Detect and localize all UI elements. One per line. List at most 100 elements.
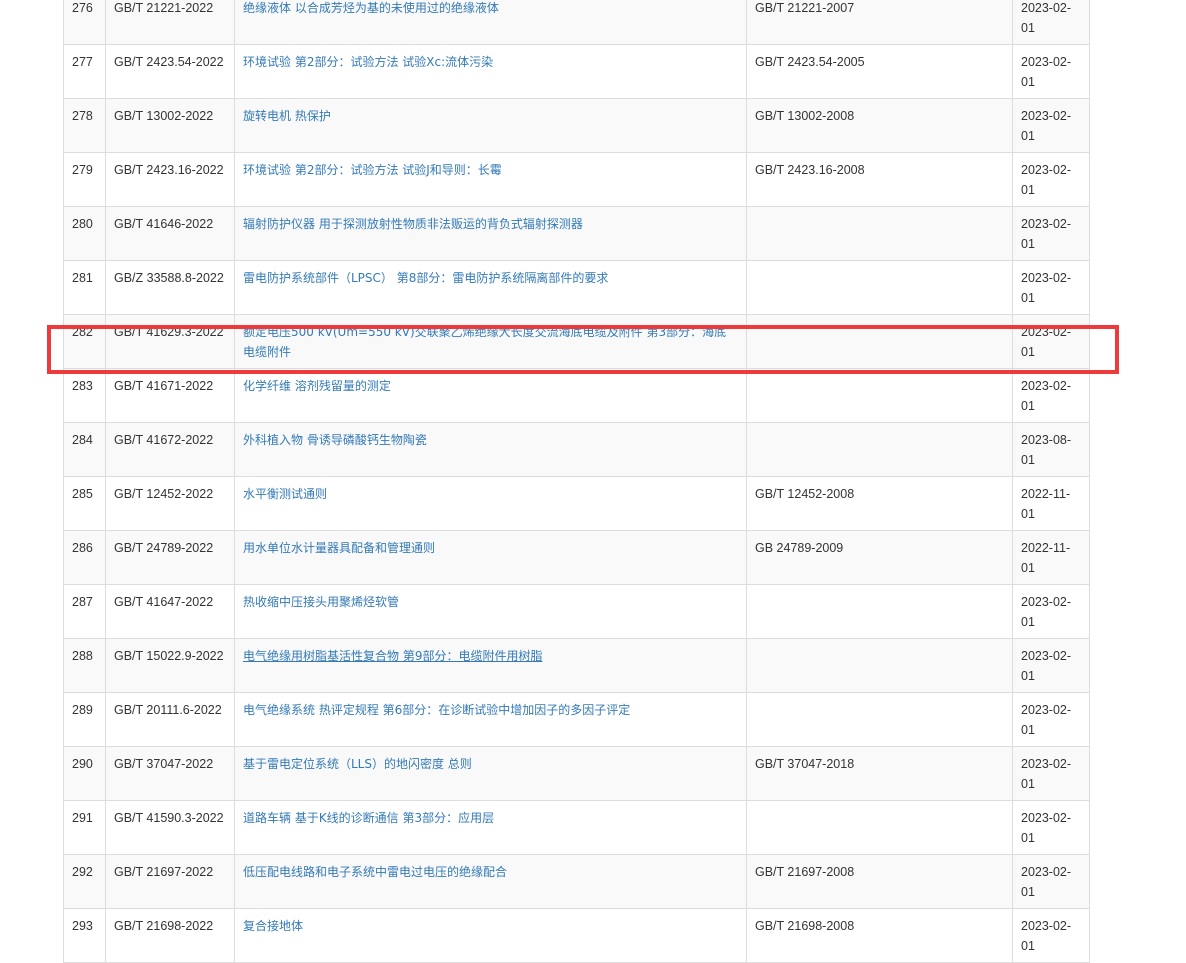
standard-code: GB/T 21221-2022 <box>105 0 235 45</box>
row-number: 280 <box>63 206 106 261</box>
effective-date: 2023-02-01 <box>1012 692 1090 747</box>
standard-name[interactable]: 电气绝缘用树脂基活性复合物 第9部分：电缆附件用树脂 <box>234 638 747 693</box>
effective-date: 2023-02-01 <box>1012 98 1090 153</box>
standard-name[interactable]: 水平衡测试通则 <box>234 476 747 531</box>
replaced-standard <box>746 260 1013 315</box>
replaced-standard <box>746 638 1013 693</box>
replaced-standard: GB/T 37047-2018 <box>746 746 1013 801</box>
table-row: 276 GB/T 21221-2022 绝缘液体 以合成芳烃为基的未使用过的绝缘… <box>63 0 1090 45</box>
row-number: 286 <box>63 530 106 585</box>
effective-date: 2023-02-01 <box>1012 314 1090 369</box>
standard-code: GB/T 13002-2022 <box>105 98 235 153</box>
standard-name-link[interactable]: 基于雷电定位系统（LLS）的地闪密度 总则 <box>243 757 472 771</box>
standard-code: GB/Z 33588.8-2022 <box>105 260 235 315</box>
standard-name[interactable]: 外科植入物 骨诱导磷酸钙生物陶瓷 <box>234 422 747 477</box>
table-row: 282 GB/T 41629.3-2022 额定电压500 kV(Um=550 … <box>63 314 1090 369</box>
replaced-standard: GB/T 13002-2008 <box>746 98 1013 153</box>
standard-name[interactable]: 绝缘液体 以合成芳烃为基的未使用过的绝缘液体 <box>234 0 747 45</box>
standard-code: GB/T 12452-2022 <box>105 476 235 531</box>
standard-name[interactable]: 电气绝缘系统 热评定规程 第6部分：在诊断试验中增加因子的多因子评定 <box>234 692 747 747</box>
row-number: 291 <box>63 800 106 855</box>
standard-name-link[interactable]: 额定电压500 kV(Um=550 kV)交联聚乙烯绝缘大长度交流海底电缆及附件… <box>243 325 726 359</box>
table-row: 288 GB/T 15022.9-2022 电气绝缘用树脂基活性复合物 第9部分… <box>63 638 1090 693</box>
effective-date: 2023-02-01 <box>1012 44 1090 99</box>
table-row: 281 GB/Z 33588.8-2022 雷电防护系统部件（LPSC） 第8部… <box>63 260 1090 315</box>
standard-name-link[interactable]: 雷电防护系统部件（LPSC） 第8部分：雷电防护系统隔离部件的要求 <box>243 271 608 285</box>
table-row: 286 GB/T 24789-2022 用水单位水计量器具配备和管理通则 GB … <box>63 530 1090 585</box>
standard-name[interactable]: 基于雷电定位系统（LLS）的地闪密度 总则 <box>234 746 747 801</box>
table-row: 293 GB/T 21698-2022 复合接地体 GB/T 21698-200… <box>63 908 1090 963</box>
standard-name-link[interactable]: 外科植入物 骨诱导磷酸钙生物陶瓷 <box>243 433 427 447</box>
table-row: 278 GB/T 13002-2022 旋转电机 热保护 GB/T 13002-… <box>63 98 1090 153</box>
standard-name[interactable]: 用水单位水计量器具配备和管理通则 <box>234 530 747 585</box>
standard-name-link[interactable]: 水平衡测试通则 <box>243 487 327 501</box>
replaced-standard: GB/T 21697-2008 <box>746 854 1013 909</box>
replaced-standard <box>746 584 1013 639</box>
row-number: 287 <box>63 584 106 639</box>
effective-date: 2023-02-01 <box>1012 638 1090 693</box>
effective-date: 2023-02-01 <box>1012 206 1090 261</box>
standard-name-link[interactable]: 绝缘液体 以合成芳烃为基的未使用过的绝缘液体 <box>243 1 499 15</box>
standard-name-link[interactable]: 低压配电线路和电子系统中雷电过电压的绝缘配合 <box>243 865 507 879</box>
standard-name-link[interactable]: 用水单位水计量器具配备和管理通则 <box>243 541 435 555</box>
standard-name-link[interactable]: 电气绝缘用树脂基活性复合物 第9部分：电缆附件用树脂 <box>243 649 542 663</box>
effective-date: 2023-02-01 <box>1012 800 1090 855</box>
standard-code: GB/T 21698-2022 <box>105 908 235 963</box>
row-number: 293 <box>63 908 106 963</box>
row-number: 278 <box>63 98 106 153</box>
standard-name[interactable]: 复合接地体 <box>234 908 747 963</box>
table-row: 283 GB/T 41671-2022 化学纤维 溶剂残留量的测定 2023-0… <box>63 368 1090 423</box>
standard-code: GB/T 2423.54-2022 <box>105 44 235 99</box>
replaced-standard <box>746 368 1013 423</box>
standard-code: GB/T 21697-2022 <box>105 854 235 909</box>
standard-name[interactable]: 道路车辆 基于K线的诊断通信 第3部分：应用层 <box>234 800 747 855</box>
table-row: 290 GB/T 37047-2022 基于雷电定位系统（LLS）的地闪密度 总… <box>63 746 1090 801</box>
standard-code: GB/T 41647-2022 <box>105 584 235 639</box>
table-row: 291 GB/T 41590.3-2022 道路车辆 基于K线的诊断通信 第3部… <box>63 800 1090 855</box>
standard-name[interactable]: 环境试验 第2部分：试验方法 试验J和导则：长霉 <box>234 152 747 207</box>
standard-code: GB/T 20111.6-2022 <box>105 692 235 747</box>
row-number: 290 <box>63 746 106 801</box>
effective-date: 2022-11-01 <box>1012 530 1090 585</box>
standard-name-link[interactable]: 辐射防护仪器 用于探测放射性物质非法贩运的背负式辐射探测器 <box>243 217 583 231</box>
replaced-standard: GB/T 21698-2008 <box>746 908 1013 963</box>
standard-code: GB/T 41646-2022 <box>105 206 235 261</box>
standard-code: GB/T 41629.3-2022 <box>105 314 235 369</box>
standard-name-link[interactable]: 道路车辆 基于K线的诊断通信 第3部分：应用层 <box>243 811 494 825</box>
standard-name-link[interactable]: 环境试验 第2部分：试验方法 试验Xc:流体污染 <box>243 55 493 69</box>
standard-name-link[interactable]: 热收缩中压接头用聚烯烃软管 <box>243 595 399 609</box>
effective-date: 2023-02-01 <box>1012 0 1090 45</box>
row-number: 281 <box>63 260 106 315</box>
standard-name[interactable]: 旋转电机 热保护 <box>234 98 747 153</box>
table-row: 279 GB/T 2423.16-2022 环境试验 第2部分：试验方法 试验J… <box>63 152 1090 207</box>
replaced-standard <box>746 314 1013 369</box>
replaced-standard <box>746 206 1013 261</box>
standard-name-link[interactable]: 电气绝缘系统 热评定规程 第6部分：在诊断试验中增加因子的多因子评定 <box>243 703 630 717</box>
row-number: 283 <box>63 368 106 423</box>
standard-name[interactable]: 雷电防护系统部件（LPSC） 第8部分：雷电防护系统隔离部件的要求 <box>234 260 747 315</box>
replaced-standard <box>746 422 1013 477</box>
effective-date: 2023-02-01 <box>1012 260 1090 315</box>
table-row-highlighted: 285 GB/T 12452-2022 水平衡测试通则 GB/T 12452-2… <box>63 476 1090 531</box>
table-row: 277 GB/T 2423.54-2022 环境试验 第2部分：试验方法 试验X… <box>63 44 1090 99</box>
standard-name[interactable]: 低压配电线路和电子系统中雷电过电压的绝缘配合 <box>234 854 747 909</box>
standard-name-link[interactable]: 复合接地体 <box>243 919 303 933</box>
standards-table-container: 276 GB/T 21221-2022 绝缘液体 以合成芳烃为基的未使用过的绝缘… <box>63 0 1090 963</box>
standard-name[interactable]: 辐射防护仪器 用于探测放射性物质非法贩运的背负式辐射探测器 <box>234 206 747 261</box>
row-number: 282 <box>63 314 106 369</box>
effective-date: 2023-02-01 <box>1012 746 1090 801</box>
row-number: 277 <box>63 44 106 99</box>
standard-name-link[interactable]: 旋转电机 热保护 <box>243 109 331 123</box>
standard-name[interactable]: 热收缩中压接头用聚烯烃软管 <box>234 584 747 639</box>
standard-name[interactable]: 环境试验 第2部分：试验方法 试验Xc:流体污染 <box>234 44 747 99</box>
standard-name-link[interactable]: 环境试验 第2部分：试验方法 试验J和导则：长霉 <box>243 163 502 177</box>
standard-name[interactable]: 化学纤维 溶剂残留量的测定 <box>234 368 747 423</box>
effective-date: 2023-02-01 <box>1012 368 1090 423</box>
effective-date: 2023-02-01 <box>1012 584 1090 639</box>
standard-name-link[interactable]: 化学纤维 溶剂残留量的测定 <box>243 379 391 393</box>
replaced-standard: GB/T 12452-2008 <box>746 476 1013 531</box>
row-number: 289 <box>63 692 106 747</box>
standard-name[interactable]: 额定电压500 kV(Um=550 kV)交联聚乙烯绝缘大长度交流海底电缆及附件… <box>234 314 747 369</box>
table-row: 289 GB/T 20111.6-2022 电气绝缘系统 热评定规程 第6部分：… <box>63 692 1090 747</box>
table-row: 287 GB/T 41647-2022 热收缩中压接头用聚烯烃软管 2023-0… <box>63 584 1090 639</box>
